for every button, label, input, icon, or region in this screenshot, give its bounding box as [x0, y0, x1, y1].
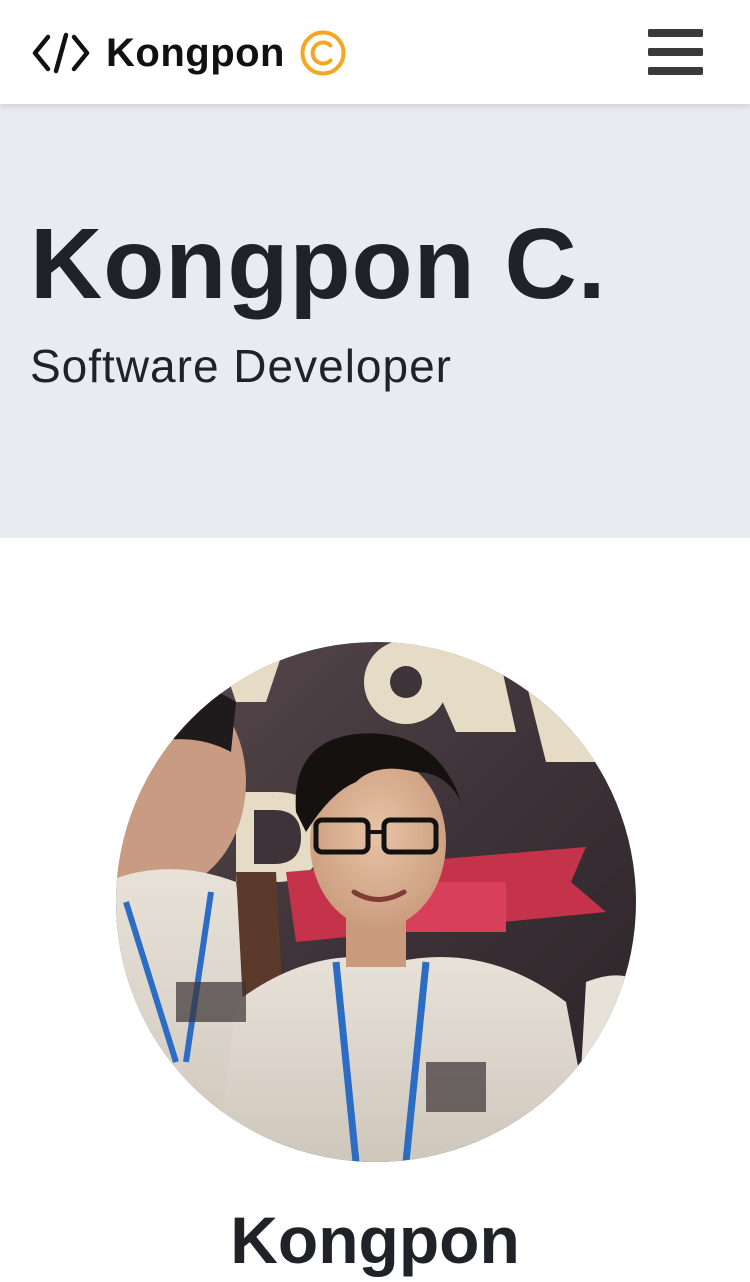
profile-photo	[116, 642, 636, 1162]
navbar: Kongpon	[0, 0, 750, 104]
menu-button[interactable]	[640, 22, 710, 84]
hero-section: Kongpon C. Software Developer	[0, 104, 750, 538]
copyright-icon	[285, 29, 347, 77]
brand-link[interactable]: Kongpon	[32, 26, 347, 80]
hero-name: Kongpon C.	[30, 208, 607, 320]
hamburger-menu-icon	[640, 22, 710, 84]
hero-role: Software Developer	[30, 340, 452, 392]
code-icon	[32, 31, 106, 75]
profile-name: Kongpon	[230, 1203, 520, 1277]
brand-name: Kongpon	[106, 31, 285, 75]
